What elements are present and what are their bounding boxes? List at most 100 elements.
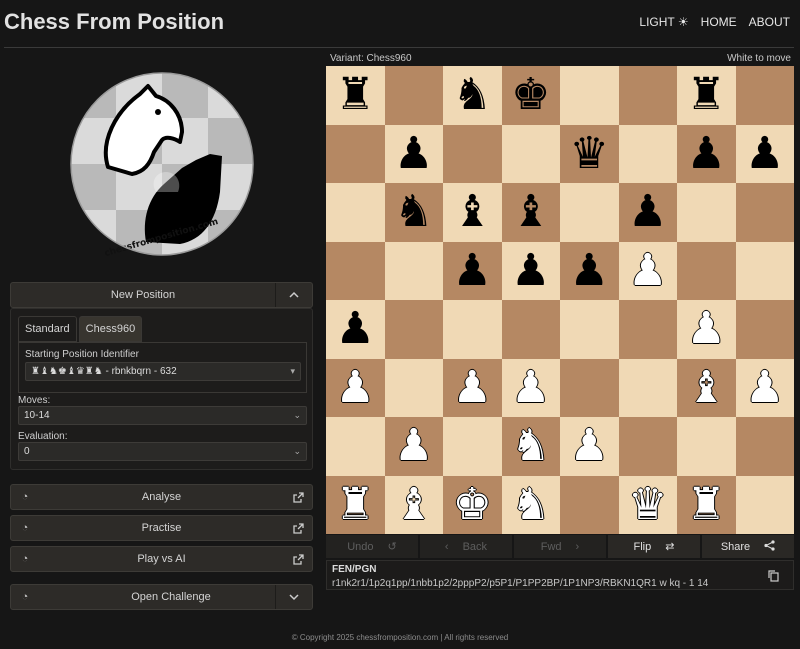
- board-square[interactable]: ♟: [677, 124, 736, 183]
- new-position-button[interactable]: New Position: [10, 282, 313, 308]
- white-pawn-icon[interactable]: ♟: [628, 248, 667, 293]
- board-square[interactable]: ♞: [443, 66, 502, 125]
- board-square[interactable]: [326, 241, 385, 300]
- white-pawn-icon[interactable]: ♟: [570, 424, 609, 468]
- board-square[interactable]: ♟: [384, 417, 443, 476]
- board-square[interactable]: [501, 124, 560, 183]
- board-square[interactable]: [735, 66, 794, 125]
- white-knight-icon[interactable]: ♞: [511, 424, 550, 468]
- board-square[interactable]: ♟: [618, 183, 677, 242]
- white-pawn-icon[interactable]: ♟: [745, 365, 784, 410]
- analyse-button[interactable]: ◔ Analyse: [10, 484, 313, 510]
- board-square[interactable]: [560, 300, 619, 359]
- board-square[interactable]: ♟: [326, 358, 385, 417]
- white-rook-icon[interactable]: ♜: [336, 482, 375, 527]
- board-square[interactable]: [384, 300, 443, 359]
- white-rook-icon[interactable]: ♜: [687, 482, 726, 527]
- board-square[interactable]: [735, 300, 794, 359]
- board-square[interactable]: [677, 183, 736, 242]
- board-square[interactable]: ♝: [384, 475, 443, 534]
- practise-button[interactable]: ◔ Practise: [10, 515, 313, 541]
- board-square[interactable]: [560, 475, 619, 534]
- board-square[interactable]: ♞: [501, 417, 560, 476]
- black-pawn-icon[interactable]: ♟: [394, 131, 433, 176]
- black-pawn-icon[interactable]: ♟: [628, 190, 667, 234]
- board-square[interactable]: ♟: [443, 241, 502, 300]
- theme-toggle[interactable]: LIGHT ☀: [639, 15, 688, 29]
- open-challenge-button[interactable]: ◔ Open Challenge: [10, 584, 313, 610]
- board-square[interactable]: ♜: [677, 66, 736, 125]
- board-square[interactable]: ♝: [677, 358, 736, 417]
- board-square[interactable]: ♟: [735, 358, 794, 417]
- site-title[interactable]: Chess From Position: [4, 9, 224, 35]
- board-square[interactable]: ♟: [326, 300, 385, 359]
- undo-button[interactable]: Undo ↺: [326, 535, 418, 558]
- board-square[interactable]: [384, 358, 443, 417]
- play-ai-button[interactable]: ◔ Play vs AI: [10, 546, 313, 572]
- forward-button[interactable]: Fwd ›: [514, 535, 606, 558]
- white-pawn-icon[interactable]: ♟: [511, 365, 550, 410]
- board-square[interactable]: ♟: [560, 241, 619, 300]
- tab-standard[interactable]: Standard: [18, 316, 77, 342]
- board-square[interactable]: [618, 66, 677, 125]
- board-square[interactable]: [560, 358, 619, 417]
- board-square[interactable]: ♟: [384, 124, 443, 183]
- board-square[interactable]: ♛: [560, 124, 619, 183]
- board-square[interactable]: [677, 241, 736, 300]
- tab-chess960[interactable]: Chess960: [78, 316, 143, 342]
- board-square[interactable]: ♚: [443, 475, 502, 534]
- board-square[interactable]: ♝: [501, 183, 560, 242]
- evaluation-select[interactable]: 0 ⌄: [18, 442, 307, 461]
- board-square[interactable]: [384, 66, 443, 125]
- board-square[interactable]: [326, 124, 385, 183]
- board-square[interactable]: [735, 183, 794, 242]
- nav-home[interactable]: HOME: [701, 15, 737, 29]
- board-square[interactable]: [618, 124, 677, 183]
- board-square[interactable]: [501, 300, 560, 359]
- white-pawn-icon[interactable]: ♟: [336, 365, 375, 410]
- board-square[interactable]: ♟: [735, 124, 794, 183]
- challenge-options-toggle[interactable]: [275, 585, 312, 609]
- board-square[interactable]: [618, 300, 677, 359]
- white-pawn-icon[interactable]: ♟: [394, 424, 433, 468]
- board-square[interactable]: [560, 66, 619, 125]
- black-pawn-icon[interactable]: ♟: [336, 307, 375, 351]
- board-square[interactable]: ♜: [677, 475, 736, 534]
- board-square[interactable]: ♟: [677, 300, 736, 359]
- board-square[interactable]: ♝: [443, 183, 502, 242]
- white-king-icon[interactable]: ♚: [453, 482, 492, 527]
- black-pawn-icon[interactable]: ♟: [511, 248, 550, 293]
- back-button[interactable]: ‹ Back: [420, 535, 512, 558]
- board-square[interactable]: [443, 124, 502, 183]
- black-pawn-icon[interactable]: ♟: [745, 131, 784, 176]
- board-square[interactable]: [384, 241, 443, 300]
- board-square[interactable]: [326, 417, 385, 476]
- board-square[interactable]: ♟: [443, 358, 502, 417]
- black-rook-icon[interactable]: ♜: [687, 73, 726, 117]
- board-square[interactable]: [443, 417, 502, 476]
- black-pawn-icon[interactable]: ♟: [453, 248, 492, 293]
- black-rook-icon[interactable]: ♜: [336, 73, 375, 117]
- spi-select[interactable]: ♜♝♞♚♝♛♜♞ - rbnkbqrn - 632 ▾: [25, 362, 301, 381]
- board-square[interactable]: [677, 417, 736, 476]
- board-square[interactable]: [735, 475, 794, 534]
- black-bishop-icon[interactable]: ♝: [511, 190, 550, 234]
- board-square[interactable]: [326, 183, 385, 242]
- board-square[interactable]: [735, 241, 794, 300]
- board-square[interactable]: [560, 183, 619, 242]
- white-bishop-icon[interactable]: ♝: [687, 365, 726, 410]
- nav-about[interactable]: ABOUT: [749, 15, 790, 29]
- board-square[interactable]: ♛: [618, 475, 677, 534]
- board-square[interactable]: ♟: [501, 241, 560, 300]
- board-square[interactable]: ♟: [560, 417, 619, 476]
- black-knight-icon[interactable]: ♞: [394, 190, 433, 234]
- black-bishop-icon[interactable]: ♝: [453, 190, 492, 234]
- board-square[interactable]: ♞: [384, 183, 443, 242]
- white-pawn-icon[interactable]: ♟: [687, 307, 726, 351]
- black-king-icon[interactable]: ♚: [511, 73, 550, 117]
- board-square[interactable]: [735, 417, 794, 476]
- black-queen-icon[interactable]: ♛: [570, 131, 609, 176]
- fen-value[interactable]: r1nk2r1/1p2q1pp/1nbb1p2/2pppP2/p5P1/P1PP…: [332, 578, 708, 589]
- chess-board[interactable]: ♜ ♞ ♚ ♜ ♟ ♛ ♟ ♟ ♞ ♝ ♝ ♟ ♟ ♟ ♟ ♟ ♟ ♟ ♟ ♟ ♟ ♝ ♟ ♟ ♞ ♟ ♜ ♝ ♚ ♞ ♛ ♜: [326, 66, 794, 534]
- white-knight-icon[interactable]: ♞: [511, 482, 550, 527]
